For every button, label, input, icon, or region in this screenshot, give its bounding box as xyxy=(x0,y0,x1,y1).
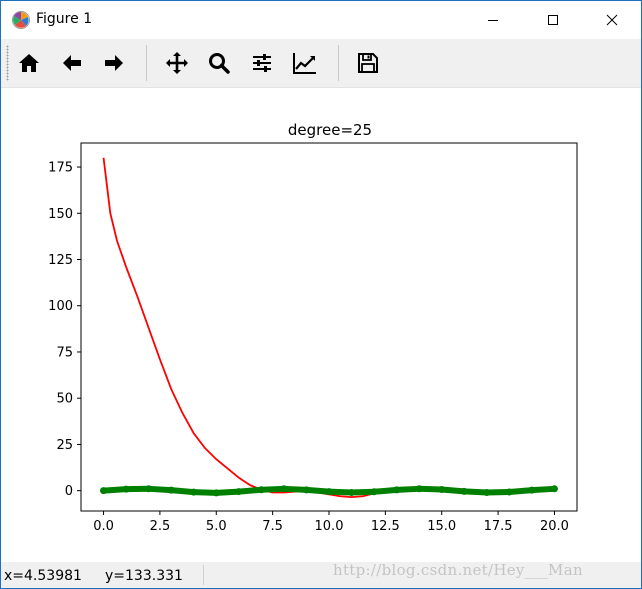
status-separator xyxy=(203,565,204,585)
data-point xyxy=(325,488,333,496)
data-point xyxy=(280,485,288,493)
window-title: Figure 1 xyxy=(36,11,93,27)
data-point xyxy=(460,487,468,495)
data-point xyxy=(145,485,153,493)
chart[interactable]: degree=25 0.0 2.5 5.0 7.5 10.0 12.5 15.0 17.5 20… xyxy=(1,88,641,562)
subplots-button[interactable] xyxy=(244,45,280,81)
data-point xyxy=(393,486,401,494)
x-tick-label: 5.0 xyxy=(206,519,227,534)
y-tick-label: 25 xyxy=(56,438,73,453)
figure-canvas[interactable]: degree=25 0.0 2.5 5.0 7.5 10.0 12.5 15.0 17.5 20… xyxy=(1,88,641,562)
data-point xyxy=(483,489,491,497)
save-button[interactable] xyxy=(350,45,386,81)
forward-arrow-icon xyxy=(105,55,123,71)
title-bar[interactable]: Figure 1 xyxy=(1,1,641,39)
y-tick-label: 175 xyxy=(48,161,73,176)
data-point xyxy=(528,486,536,494)
toolbar-grip[interactable] xyxy=(6,45,9,81)
x-tick-label: 15.0 xyxy=(427,519,456,534)
data-point xyxy=(505,488,513,496)
save-icon xyxy=(358,53,378,73)
y-tick-label: 150 xyxy=(48,207,73,222)
zoom-button[interactable] xyxy=(201,45,237,81)
home-icon xyxy=(19,54,39,72)
data-point xyxy=(190,488,198,496)
figure-window: Figure 1 degree=25 0.0 2.5 5.0 7.5 10.0 … xyxy=(0,0,642,589)
x-tick-label: 12.5 xyxy=(371,519,400,534)
x-tick-label: 20.0 xyxy=(540,519,569,534)
matplotlib-logo-icon xyxy=(11,10,31,30)
x-tick-label: 7.5 xyxy=(262,519,283,534)
forward-button[interactable] xyxy=(96,45,132,81)
x-tick-label: 10.0 xyxy=(315,519,344,534)
sliders-icon xyxy=(253,54,271,72)
data-point xyxy=(302,486,310,494)
zoom-icon xyxy=(209,53,230,74)
y-tick-label: 75 xyxy=(56,345,73,360)
data-point xyxy=(348,489,356,497)
y-tick-label: 125 xyxy=(48,253,73,268)
pan-button[interactable] xyxy=(159,45,195,81)
y-tick-label: 0 xyxy=(65,484,73,499)
data-point xyxy=(257,486,265,494)
data-point xyxy=(235,488,243,496)
home-button[interactable] xyxy=(11,45,47,81)
data-point xyxy=(370,488,378,496)
toolbar-separator xyxy=(338,45,339,81)
minimize-button[interactable] xyxy=(470,1,516,39)
axes-frame xyxy=(80,142,578,512)
back-button[interactable] xyxy=(54,45,90,81)
x-tick-label: 2.5 xyxy=(150,519,171,534)
navigation-toolbar xyxy=(1,39,641,88)
toolbar-separator xyxy=(146,45,147,81)
data-point xyxy=(122,485,130,493)
chart-title: degree=25 xyxy=(288,121,372,139)
maximize-button[interactable] xyxy=(530,1,576,39)
data-point xyxy=(550,485,558,493)
y-tick-label: 100 xyxy=(48,299,73,314)
y-tick-label: 50 xyxy=(56,392,73,407)
x-tick-label: 17.5 xyxy=(484,519,513,534)
series-line-0 xyxy=(102,157,375,499)
customize-button[interactable] xyxy=(287,45,323,81)
back-arrow-icon xyxy=(63,55,81,71)
data-point xyxy=(100,487,108,495)
cursor-x-readout: x=4.53981 xyxy=(4,568,82,584)
maximize-icon xyxy=(548,15,558,25)
minimize-icon xyxy=(488,20,498,21)
line-chart-icon xyxy=(293,53,316,74)
watermark-text: http://blog.csdn.net/Hey___Man xyxy=(333,561,583,579)
data-point xyxy=(212,489,220,497)
data-point xyxy=(415,485,423,493)
move-icon xyxy=(166,52,188,74)
x-tick-label: 0.0 xyxy=(93,519,114,534)
close-icon xyxy=(606,14,618,26)
cursor-y-readout: y=133.331 xyxy=(105,568,183,584)
data-point xyxy=(167,486,175,494)
data-point xyxy=(438,486,446,494)
close-button[interactable] xyxy=(589,1,635,39)
